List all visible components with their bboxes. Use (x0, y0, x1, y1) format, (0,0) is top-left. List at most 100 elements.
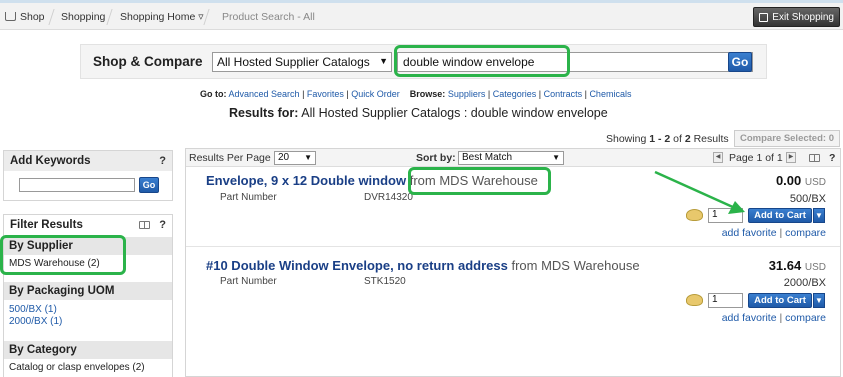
link-quick-order[interactable]: Quick Order (351, 89, 400, 99)
sort-select[interactable]: Best Match ▼ (458, 151, 564, 165)
sort-value: Best Match (462, 152, 513, 163)
quantity-input[interactable]: 1 (708, 208, 743, 223)
link-contracts[interactable]: Contracts (544, 89, 583, 99)
facet-2000-bx[interactable]: 2000/BX (1) (9, 316, 62, 327)
results-for-label: Results for: (229, 106, 299, 120)
breadcrumb-separator (106, 9, 113, 25)
book-icon[interactable] (139, 221, 150, 229)
breadcrumb-separator (203, 9, 210, 25)
price-value: 0.00 (775, 173, 802, 188)
link-suppliers[interactable]: Suppliers (448, 89, 486, 99)
top-breadcrumb-bar: Shop Shopping Shopping Home ▿ Product Se… (0, 0, 843, 30)
quantity-input[interactable]: 1 (708, 293, 743, 308)
breadcrumb-product-search: Product Search - All (222, 11, 315, 23)
filter-results-header: Filter Results ? (4, 215, 172, 235)
per-page-select[interactable]: 20 ▼ (274, 151, 316, 165)
search-highlight (394, 45, 570, 77)
select-arrow-icon: ▼ (552, 153, 560, 162)
add-to-cart-button[interactable]: Add to Cart (748, 293, 812, 308)
prev-page-icon[interactable]: ◀ (713, 152, 723, 163)
catalog-select-value: All Hosted Supplier Catalogs (217, 55, 370, 69)
results-for: Results for: All Hosted Supplier Catalog… (229, 106, 608, 120)
product-title-text: Envelope, 9 x 12 Double window (206, 173, 407, 188)
add-to-cart-menu-icon[interactable]: ▼ (813, 293, 825, 308)
showing-count: Showing 1 - 2 of 2 Results (606, 133, 729, 145)
exit-shopping-button[interactable]: Exit Shopping (753, 7, 840, 27)
showing-of: of (673, 133, 682, 145)
add-keywords-header: Add Keywords ? (4, 151, 172, 171)
showing-suffix: Results (693, 133, 729, 145)
book-icon[interactable] (809, 154, 820, 162)
goto-label: Go to: (200, 89, 227, 99)
page-indicator: Page 1 of 1 (729, 152, 783, 164)
keyword-input[interactable] (19, 178, 135, 192)
exit-icon (759, 13, 769, 22)
showing-total: 2 (684, 133, 691, 145)
product-price: 31.64 USD (769, 258, 826, 273)
part-number-value: DVR14320 (364, 192, 413, 203)
compare-link[interactable]: compare (785, 312, 826, 324)
part-number-label: Part Number (220, 192, 277, 203)
facet-catalog-clasp-envelopes[interactable]: Catalog or clasp envelopes (2) (9, 362, 145, 373)
results-for-value: All Hosted Supplier Catalogs : double wi… (301, 106, 608, 120)
product-price: 0.00 USD (776, 173, 826, 188)
product-uom: 500/BX (789, 193, 826, 205)
favorite-icon[interactable] (686, 294, 703, 306)
product-title[interactable]: #10 Double Window Envelope, no return ad… (206, 258, 640, 273)
select-arrow-icon: ▼ (304, 153, 312, 162)
breadcrumb-shopping[interactable]: Shopping (61, 11, 105, 23)
part-number-value: STK1520 (364, 276, 406, 287)
price-currency: USD (804, 177, 826, 188)
price-value: 31.64 (768, 258, 802, 273)
product-title-text: #10 Double Window Envelope, no return ad… (206, 258, 508, 273)
price-currency: USD (804, 262, 826, 273)
product-vendor: from MDS Warehouse (511, 258, 640, 273)
exit-shopping-label: Exit Shopping (772, 12, 834, 23)
compare-selected-button[interactable]: Compare Selected: 0 (734, 130, 840, 147)
product-actions: add favorite | compare (721, 312, 826, 324)
supplier-highlight (0, 235, 126, 275)
favorite-icon[interactable] (686, 209, 703, 221)
cart-icon (5, 12, 16, 21)
keyword-go-button[interactable]: Go (139, 177, 159, 193)
add-to-cart-menu-icon[interactable]: ▼ (813, 208, 825, 223)
shop-compare-label: Shop & Compare (93, 54, 203, 69)
help-icon[interactable]: ? (159, 155, 166, 167)
add-keywords-panel: Add Keywords ? Go (3, 150, 173, 201)
vendor-highlight (408, 167, 551, 195)
select-arrow-icon: ▼ (379, 56, 388, 66)
product-uom: 2000/BX (783, 277, 826, 289)
results-header: Results Per Page 20 ▼ Sort by: Best Matc… (186, 149, 840, 167)
search-go-button[interactable]: Go (728, 52, 752, 72)
product-actions: add favorite | compare (721, 227, 826, 239)
per-page-label: Results Per Page (189, 152, 271, 164)
breadcrumb-shopping-home[interactable]: Shopping Home ▿ (120, 11, 204, 23)
add-favorite-link[interactable]: add favorite (722, 312, 777, 324)
breadcrumb-shop[interactable]: Shop (20, 11, 45, 23)
link-categories[interactable]: Categories (493, 89, 537, 99)
filter-section-category: By Category (4, 341, 172, 359)
showing-range: 1 - 2 (649, 133, 671, 145)
facet-500-bx[interactable]: 500/BX (1) (9, 304, 57, 315)
add-to-cart-button[interactable]: Add to Cart (748, 208, 812, 223)
next-page-icon[interactable]: ▶ (786, 152, 796, 163)
part-number-label: Part Number (220, 276, 277, 287)
catalog-select[interactable]: All Hosted Supplier Catalogs ▼ (212, 52, 392, 72)
link-favorites[interactable]: Favorites (307, 89, 344, 99)
browse-label: Browse: (409, 89, 446, 99)
breadcrumb-separator (48, 9, 55, 25)
showing-prefix: Showing (606, 133, 647, 145)
link-advanced-search[interactable]: Advanced Search (229, 89, 300, 99)
add-favorite-link[interactable]: add favorite (722, 227, 777, 239)
link-chemicals[interactable]: Chemicals (589, 89, 631, 99)
help-icon[interactable]: ? (829, 152, 835, 164)
row-divider (186, 246, 840, 247)
compare-link[interactable]: compare (785, 227, 826, 239)
filter-section-packaging-uom: By Packaging UOM (4, 282, 172, 300)
help-icon[interactable]: ? (159, 219, 166, 231)
add-keywords-title: Add Keywords (10, 155, 91, 167)
per-page-value: 20 (278, 152, 290, 163)
filter-results-title: Filter Results (10, 219, 83, 231)
quick-links: Go to: Advanced Search | Favorites | Qui… (200, 89, 632, 99)
sort-label: Sort by: (416, 152, 456, 164)
